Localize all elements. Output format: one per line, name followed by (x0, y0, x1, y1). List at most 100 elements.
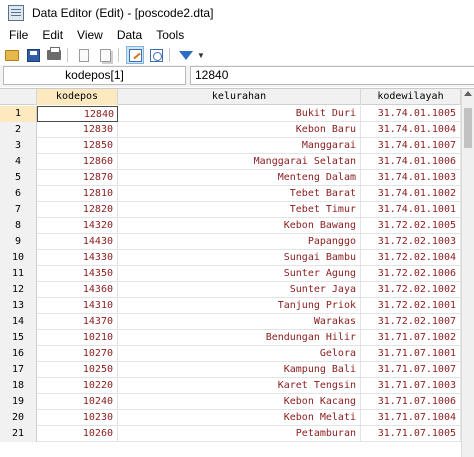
cell-kodewilayah[interactable]: 31.72.02.1005 (361, 218, 461, 234)
cell-value-input[interactable]: 12840 (190, 66, 474, 85)
row-number[interactable]: 8 (0, 218, 37, 234)
cell-kelurahan[interactable]: Kampung Bali (118, 362, 361, 378)
row-number[interactable]: 7 (0, 202, 37, 218)
chevron-down-icon[interactable]: ▼ (197, 51, 205, 60)
column-header-kodewilayah[interactable]: kodewilayah (361, 89, 461, 105)
row-number[interactable]: 1 (0, 106, 37, 122)
cell-kelurahan[interactable]: Karet Tengsin (118, 378, 361, 394)
cell-kelurahan[interactable]: Menteng Dalam (118, 170, 361, 186)
cell-kodewilayah[interactable]: 31.71.07.1003 (361, 378, 461, 394)
row-number[interactable]: 10 (0, 250, 37, 266)
cell-kodewilayah[interactable]: 31.74.01.1002 (361, 186, 461, 202)
row-number[interactable]: 21 (0, 426, 37, 442)
paste-button[interactable] (96, 46, 114, 64)
row-number[interactable]: 14 (0, 314, 37, 330)
cell-kelurahan[interactable]: Kebon Melati (118, 410, 361, 426)
copy-button[interactable] (75, 46, 93, 64)
row-number[interactable]: 2 (0, 122, 37, 138)
column-header-kelurahan[interactable]: kelurahan (118, 89, 361, 105)
menu-file[interactable]: File (0, 26, 35, 45)
cell-kodewilayah[interactable]: 31.72.02.1004 (361, 250, 461, 266)
menu-view[interactable]: View (70, 26, 110, 45)
cell-kelurahan[interactable]: Kebon Bawang (118, 218, 361, 234)
cell-kodepos[interactable]: 14350 (37, 266, 118, 282)
table-row[interactable]: 20 10230 Kebon Melati 31.71.07.1004 (0, 410, 474, 426)
table-row[interactable]: 1 12840 Bukit Duri 31.74.01.1005 (0, 106, 474, 122)
cell-kodewilayah[interactable]: 31.72.02.1006 (361, 266, 461, 282)
row-number[interactable]: 6 (0, 186, 37, 202)
cell-kodewilayah[interactable]: 31.71.07.1007 (361, 362, 461, 378)
row-number[interactable]: 20 (0, 410, 37, 426)
save-button[interactable] (24, 46, 42, 64)
table-row[interactable]: 2 12830 Kebon Baru 31.74.01.1004 (0, 122, 474, 138)
scroll-up-icon[interactable] (464, 91, 472, 96)
cell-kelurahan[interactable]: Sunter Jaya (118, 282, 361, 298)
row-number[interactable]: 15 (0, 330, 37, 346)
corner-cell[interactable] (0, 89, 37, 105)
cell-kodewilayah[interactable]: 31.74.01.1005 (361, 106, 461, 122)
cell-kelurahan[interactable]: Warakas (118, 314, 361, 330)
table-row[interactable]: 8 14320 Kebon Bawang 31.72.02.1005 (0, 218, 474, 234)
cell-kodepos[interactable]: 12850 (37, 138, 118, 154)
cell-kelurahan[interactable]: Gelora (118, 346, 361, 362)
cell-kelurahan[interactable]: Bukit Duri (118, 106, 361, 122)
open-button[interactable] (3, 46, 21, 64)
cell-kodepos[interactable]: 12810 (37, 186, 118, 202)
table-row[interactable]: 10 14330 Sungai Bambu 31.72.02.1004 (0, 250, 474, 266)
table-row[interactable]: 4 12860 Manggarai Selatan 31.74.01.1006 (0, 154, 474, 170)
table-row[interactable]: 9 14430 Papanggo 31.72.02.1003 (0, 234, 474, 250)
table-row[interactable]: 17 10250 Kampung Bali 31.71.07.1007 (0, 362, 474, 378)
filter-button[interactable] (177, 46, 195, 64)
table-row[interactable]: 13 14310 Tanjung Priok 31.72.02.1001 (0, 298, 474, 314)
cell-kodewilayah[interactable]: 31.71.07.1005 (361, 426, 461, 442)
cell-kodepos[interactable]: 10210 (37, 330, 118, 346)
column-header-kodepos[interactable]: kodepos (37, 89, 118, 105)
cell-kodewilayah[interactable]: 31.74.01.1006 (361, 154, 461, 170)
row-number[interactable]: 4 (0, 154, 37, 170)
cell-kodepos[interactable]: 12830 (37, 122, 118, 138)
table-row[interactable]: 12 14360 Sunter Jaya 31.72.02.1002 (0, 282, 474, 298)
table-row[interactable]: 21 10260 Petamburan 31.71.07.1005 (0, 426, 474, 442)
cell-kelurahan[interactable]: Bendungan Hilir (118, 330, 361, 346)
table-row[interactable]: 6 12810 Tebet Barat 31.74.01.1002 (0, 186, 474, 202)
cell-kodepos[interactable]: 10220 (37, 378, 118, 394)
cell-kelurahan[interactable]: Kebon Baru (118, 122, 361, 138)
cell-kodepos[interactable]: 10260 (37, 426, 118, 442)
cell-kodepos[interactable]: 10240 (37, 394, 118, 410)
table-row[interactable]: 14 14370 Warakas 31.72.02.1007 (0, 314, 474, 330)
cell-kodewilayah[interactable]: 31.71.07.1001 (361, 346, 461, 362)
cell-kodewilayah[interactable]: 31.71.07.1004 (361, 410, 461, 426)
row-number[interactable]: 17 (0, 362, 37, 378)
cell-kodewilayah[interactable]: 31.72.02.1002 (361, 282, 461, 298)
cell-kelurahan[interactable]: Manggarai (118, 138, 361, 154)
cell-kodepos[interactable]: 14320 (37, 218, 118, 234)
cell-kelurahan[interactable]: Sunter Agung (118, 266, 361, 282)
row-number[interactable]: 5 (0, 170, 37, 186)
cell-kelurahan[interactable]: Tebet Barat (118, 186, 361, 202)
row-number[interactable]: 13 (0, 298, 37, 314)
cell-kodewilayah[interactable]: 31.74.01.1003 (361, 170, 461, 186)
cell-kelurahan[interactable]: Tebet Timur (118, 202, 361, 218)
table-row[interactable]: 3 12850 Manggarai 31.74.01.1007 (0, 138, 474, 154)
cell-kodepos[interactable]: 12870 (37, 170, 118, 186)
cell-kodewilayah[interactable]: 31.72.02.1001 (361, 298, 461, 314)
table-row[interactable]: 18 10220 Karet Tengsin 31.71.07.1003 (0, 378, 474, 394)
menu-tools[interactable]: Tools (149, 26, 191, 45)
cell-kodepos[interactable]: 14370 (37, 314, 118, 330)
menu-edit[interactable]: Edit (35, 26, 70, 45)
row-number[interactable]: 19 (0, 394, 37, 410)
row-number[interactable]: 3 (0, 138, 37, 154)
variable-name-field[interactable]: kodepos[1] (3, 66, 186, 85)
table-row[interactable]: 7 12820 Tebet Timur 31.74.01.1001 (0, 202, 474, 218)
cell-kodepos[interactable]: 14330 (37, 250, 118, 266)
cell-kodewilayah[interactable]: 31.72.02.1007 (361, 314, 461, 330)
cell-kodewilayah[interactable]: 31.74.01.1004 (361, 122, 461, 138)
cell-kodepos[interactable]: 10230 (37, 410, 118, 426)
cell-kodewilayah[interactable]: 31.74.01.1001 (361, 202, 461, 218)
cell-kodewilayah[interactable]: 31.72.02.1003 (361, 234, 461, 250)
row-number[interactable]: 12 (0, 282, 37, 298)
cell-kelurahan[interactable]: Sungai Bambu (118, 250, 361, 266)
cell-kodepos[interactable]: 10250 (37, 362, 118, 378)
browse-mode-button[interactable] (147, 46, 165, 64)
cell-kodepos[interactable]: 12840 (37, 106, 118, 122)
